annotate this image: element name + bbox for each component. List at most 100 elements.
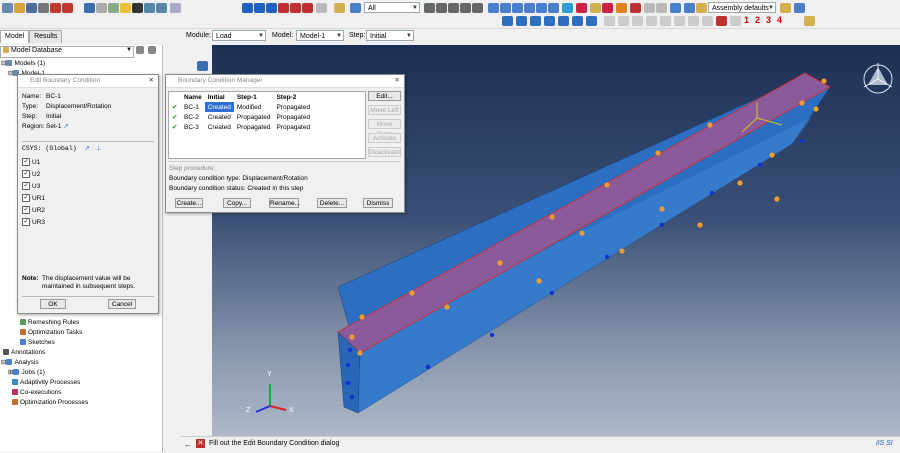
ok-button[interactable]: OK: [40, 299, 66, 309]
move-right-button[interactable]: Move Right: [368, 119, 401, 138]
redo-icon[interactable]: [656, 3, 667, 13]
back-arrow-icon[interactable]: ←: [184, 440, 192, 449]
display-group-3-icon[interactable]: [616, 3, 627, 13]
table-cell[interactable]: Propagated: [273, 102, 313, 112]
tree-collapse-icon[interactable]: [148, 46, 156, 54]
tools-icon[interactable]: [316, 3, 327, 13]
render-6-icon[interactable]: [548, 3, 559, 13]
save-icon[interactable]: [26, 3, 37, 13]
dof-row-ur2[interactable]: ✓ UR2: [22, 205, 45, 217]
select-icon[interactable]: [84, 3, 95, 13]
open-file-icon[interactable]: [14, 3, 25, 13]
sel-opt-4-icon[interactable]: [460, 3, 471, 13]
tree-icon[interactable]: [96, 3, 107, 13]
assembly-icon[interactable]: [696, 3, 707, 13]
close-icon[interactable]: ✕: [395, 75, 400, 87]
pan-icon[interactable]: [242, 3, 253, 13]
table-row[interactable]: ✔ BC-2 Created Propagated Propagated: [169, 112, 313, 122]
toolbox-1-icon[interactable]: [197, 61, 208, 71]
table-cell[interactable]: BC-3: [181, 122, 205, 132]
table-row[interactable]: ✔ BC-3 Created Propagated Propagated: [169, 122, 313, 132]
view-options-icon[interactable]: [334, 3, 345, 13]
sel-opt-1-icon[interactable]: [424, 3, 435, 13]
nav-5-icon[interactable]: [660, 16, 671, 26]
step-select[interactable]: Initial ▼: [366, 30, 414, 41]
nav-7-icon[interactable]: [688, 16, 699, 26]
dof-row-u1[interactable]: ✓ U1: [22, 157, 45, 169]
view-2-icon[interactable]: [684, 3, 695, 13]
view-1-icon[interactable]: [670, 3, 681, 13]
tree-item-adaptivity[interactable]: Adaptivity Processes: [12, 378, 80, 387]
tree-filter-icon[interactable]: [136, 46, 144, 54]
tab-model[interactable]: Model: [0, 30, 30, 43]
display-group-2-icon[interactable]: [602, 3, 613, 13]
dof-row-ur1[interactable]: ✓ UR1: [22, 193, 45, 205]
rename-button[interactable]: Rename...: [269, 198, 300, 208]
misc-icon[interactable]: [804, 16, 815, 26]
tree-item-optimization-processes[interactable]: Optimization Processes: [12, 398, 88, 407]
dof-checkbox-ur3[interactable]: ✓: [22, 218, 30, 227]
active-check-icon[interactable]: ✔: [169, 102, 181, 112]
table-cell[interactable]: Created: [205, 112, 234, 122]
view-right-icon[interactable]: [544, 16, 555, 26]
table-cell[interactable]: Modified: [234, 102, 274, 112]
box-zoom-icon[interactable]: [278, 3, 289, 13]
query-icon[interactable]: [62, 3, 73, 13]
nav-6-icon[interactable]: [674, 16, 685, 26]
active-check-icon[interactable]: ✔: [169, 112, 181, 122]
delete-button[interactable]: Delete...: [317, 198, 347, 208]
tree-item-sketches[interactable]: Sketches: [20, 338, 55, 347]
model-database-select[interactable]: Model Database ▼: [0, 46, 134, 58]
copy-button[interactable]: Copy...: [223, 198, 251, 208]
dof-row-u3[interactable]: ✓ U3: [22, 181, 45, 193]
dof-checkbox-u2[interactable]: ✓: [22, 170, 30, 179]
shaded-icon[interactable]: [562, 3, 573, 13]
column-header-name[interactable]: Name: [181, 92, 205, 102]
selection-filter-select[interactable]: All ▼: [364, 2, 420, 13]
nav-9-icon[interactable]: [716, 16, 727, 26]
view-front-icon[interactable]: [502, 16, 513, 26]
close-icon[interactable]: ✕: [149, 75, 154, 87]
edit-button[interactable]: Edit...: [368, 91, 401, 101]
tree-item-annotations[interactable]: Annotations: [3, 348, 45, 357]
tab-results[interactable]: Results: [29, 30, 63, 43]
instance-icon[interactable]: [780, 3, 791, 13]
print-icon[interactable]: [38, 3, 49, 13]
sel-opt-5-icon[interactable]: [472, 3, 483, 13]
display-group-1-icon[interactable]: [590, 3, 601, 13]
deactivate-button[interactable]: Deactivate: [368, 147, 401, 157]
tree-item-jobs[interactable]: ⊞ Jobs (1): [8, 368, 45, 377]
cancel-procedure-icon[interactable]: ✕: [196, 439, 205, 448]
table-cell[interactable]: Created: [205, 122, 234, 132]
dof-checkbox-ur1[interactable]: ✓: [22, 194, 30, 203]
zoom-icon[interactable]: [266, 3, 277, 13]
view-top-icon[interactable]: [558, 16, 569, 26]
nav-2-icon[interactable]: [618, 16, 629, 26]
render-4-icon[interactable]: [524, 3, 535, 13]
column-header-step-2[interactable]: Step-2: [273, 92, 313, 102]
manager-icon[interactable]: [108, 3, 119, 13]
nav-1-icon[interactable]: [604, 16, 615, 26]
view-compass-icon[interactable]: [863, 63, 893, 94]
cancel-button[interactable]: Cancel: [108, 299, 136, 309]
view-back-icon[interactable]: [516, 16, 527, 26]
help-icon[interactable]: [156, 3, 167, 13]
nav-10-icon[interactable]: [730, 16, 741, 26]
table-cell[interactable]: Propagated: [273, 122, 313, 132]
table-cell[interactable]: BC-2: [181, 112, 205, 122]
nav-4-icon[interactable]: [646, 16, 657, 26]
view-bottom-icon[interactable]: [572, 16, 583, 26]
tree-item-analysis[interactable]: ⊟ Analysis: [1, 358, 39, 367]
layout-icon[interactable]: [132, 3, 143, 13]
sel-opt-3-icon[interactable]: [448, 3, 459, 13]
csys-create-icon[interactable]: ⊥: [96, 145, 102, 152]
replace-icon[interactable]: [630, 3, 641, 13]
create-button[interactable]: Create...: [175, 198, 203, 208]
color-code-icon[interactable]: [576, 3, 587, 13]
select-arrow-icon[interactable]: [350, 3, 361, 13]
auto-fit-icon[interactable]: [290, 3, 301, 13]
csys-select-icon[interactable]: ➚: [85, 145, 90, 152]
dof-checkbox-ur2[interactable]: ✓: [22, 206, 30, 215]
rotate-icon[interactable]: [254, 3, 265, 13]
activate-button[interactable]: Activate: [368, 133, 401, 143]
